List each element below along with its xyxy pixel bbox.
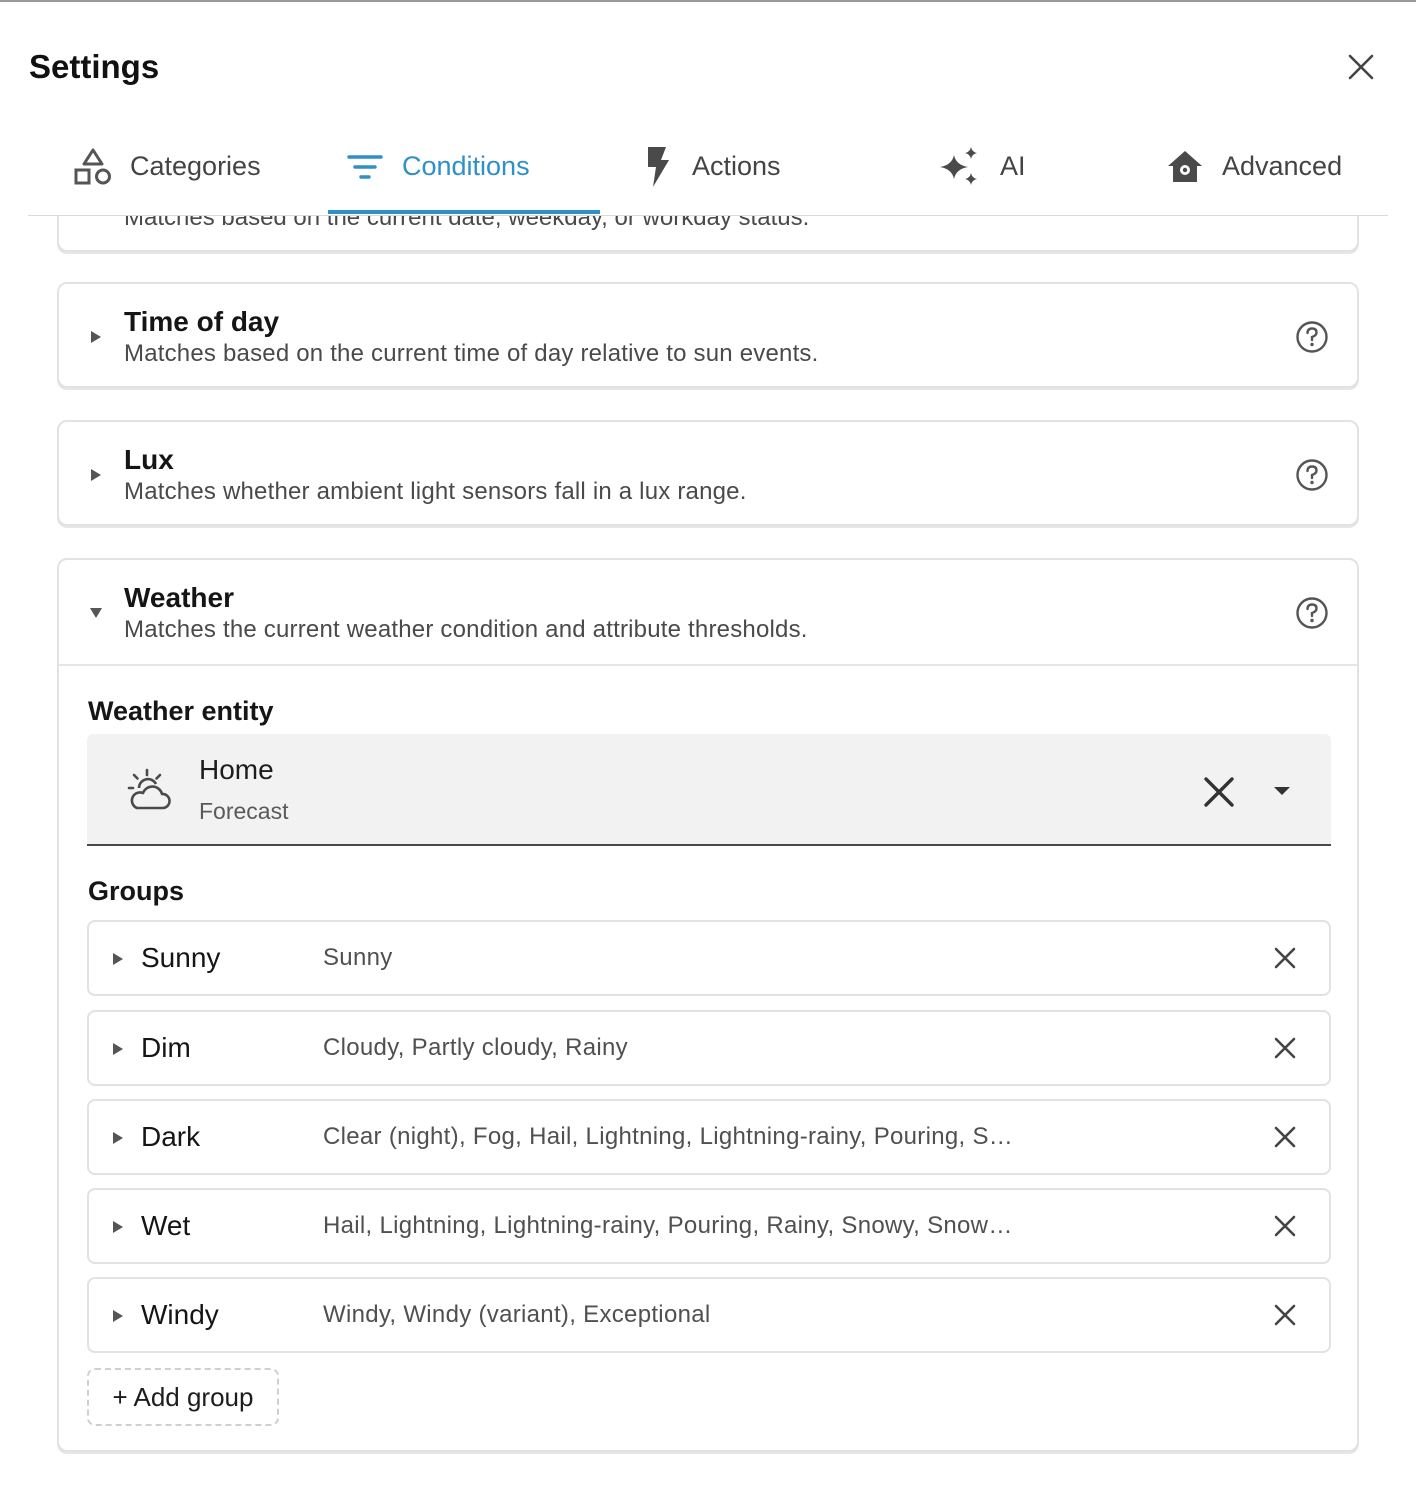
tab-advanced[interactable]: Advanced: [1166, 118, 1342, 215]
chevron-down-icon[interactable]: [1265, 778, 1299, 804]
caret-right-icon: [113, 1043, 123, 1055]
weather-partly-cloudy-icon: [127, 768, 171, 810]
group-row-windy[interactable]: Windy Windy, Windy (variant), Exceptiona…: [87, 1277, 1331, 1353]
condition-card-lux[interactable]: Lux Matches whether ambient light sensor…: [57, 420, 1359, 526]
group-values: Hail, Lightning, Lightning-rainy, Pourin…: [323, 1212, 1015, 1239]
home-gear-icon: [1168, 150, 1202, 182]
condition-card-time-of-day[interactable]: Time of day Matches based on the current…: [57, 282, 1359, 388]
entity-name: Home: [199, 754, 274, 785]
tab-bar: Categories Conditions Actions AI Advance…: [28, 118, 1388, 216]
caret-right-icon: [113, 1132, 123, 1144]
active-tab-indicator: [328, 210, 600, 214]
remove-group-icon[interactable]: [1269, 942, 1301, 974]
group-row-dark[interactable]: Dark Clear (night), Fog, Hail, Lightning…: [87, 1099, 1331, 1175]
group-values: Windy, Windy (variant), Exceptional: [323, 1301, 711, 1328]
weather-entity-label: Weather entity: [88, 696, 274, 726]
group-name: Wet: [141, 1210, 191, 1241]
card-header[interactable]: Weather Matches the current weather cond…: [59, 560, 1357, 664]
remove-group-icon[interactable]: [1269, 1210, 1301, 1242]
card-description: Matches the current weather condition an…: [124, 616, 808, 643]
shapes-icon: [74, 148, 111, 184]
group-row-dim[interactable]: Dim Cloudy, Partly cloudy, Rainy: [87, 1010, 1331, 1086]
tab-conditions[interactable]: Conditions: [346, 118, 530, 215]
tab-label: AI: [1000, 151, 1026, 181]
card-header[interactable]: Time of day Matches based on the current…: [59, 284, 1357, 388]
close-icon: [1348, 54, 1374, 80]
condition-card-weather[interactable]: Weather Matches the current weather cond…: [57, 558, 1359, 1452]
clear-icon[interactable]: [1197, 770, 1241, 814]
help-icon[interactable]: [1295, 320, 1329, 354]
group-name: Dim: [141, 1032, 191, 1063]
tab-label: Advanced: [1222, 151, 1343, 181]
filter-icon: [347, 154, 383, 179]
caret-right-icon: [113, 1310, 123, 1322]
group-name: Dark: [141, 1121, 201, 1152]
help-icon[interactable]: [1295, 458, 1329, 492]
lightning-icon: [648, 146, 669, 187]
card-description: Matches based on the current date, weekd…: [124, 216, 810, 231]
caret-down-icon: [90, 608, 102, 618]
card-header[interactable]: Lux Matches whether ambient light sensor…: [59, 422, 1357, 526]
card-title: Weather: [124, 582, 234, 613]
group-values: Clear (night), Fog, Hail, Lightning, Lig…: [323, 1123, 1015, 1150]
card-description: Matches based on the current time of day…: [124, 340, 819, 367]
tab-actions[interactable]: Actions: [640, 118, 781, 215]
card-title: Time of day: [124, 306, 280, 337]
add-group-button[interactable]: + Add group: [87, 1368, 279, 1426]
group-row-wet[interactable]: Wet Hail, Lightning, Lightning-rainy, Po…: [87, 1188, 1331, 1264]
tab-label: Actions: [692, 151, 781, 181]
card-description: Matches whether ambient light sensors fa…: [124, 478, 747, 505]
tab-categories[interactable]: Categories: [74, 118, 261, 215]
group-name: Windy: [141, 1299, 219, 1330]
weather-entity-picker[interactable]: Home Forecast: [87, 734, 1331, 846]
caret-right-icon: [113, 953, 123, 965]
groups-label: Groups: [88, 876, 185, 906]
conditions-scroll-area[interactable]: Matches based on the current date, weekd…: [0, 216, 1416, 1512]
remove-group-icon[interactable]: [1269, 1032, 1301, 1064]
remove-group-icon[interactable]: [1269, 1299, 1301, 1331]
weather-settings: Weather entity Home Forecast Groups Sunn…: [59, 664, 1357, 1450]
help-icon[interactable]: [1295, 596, 1329, 630]
remove-group-icon[interactable]: [1269, 1121, 1301, 1153]
condition-card-date[interactable]: Matches based on the current date, weekd…: [57, 216, 1359, 252]
group-row-sunny[interactable]: Sunny Sunny: [87, 920, 1331, 996]
group-name: Sunny: [141, 942, 221, 973]
tab-label: Conditions: [402, 151, 530, 181]
entity-subtitle: Forecast: [199, 798, 289, 824]
window-top-edge: [0, 0, 1416, 2]
sparkles-icon: [940, 146, 977, 185]
caret-right-icon: [91, 469, 101, 481]
card-title: Lux: [124, 444, 174, 475]
tab-label: Categories: [130, 151, 261, 181]
tab-ai[interactable]: AI: [938, 118, 1026, 215]
group-values: Sunny: [323, 944, 393, 971]
group-values: Cloudy, Partly cloudy, Rainy: [323, 1034, 628, 1061]
close-button[interactable]: [1340, 46, 1382, 88]
dialog-title: Settings: [29, 48, 160, 85]
caret-right-icon: [91, 331, 101, 343]
caret-right-icon: [113, 1221, 123, 1233]
